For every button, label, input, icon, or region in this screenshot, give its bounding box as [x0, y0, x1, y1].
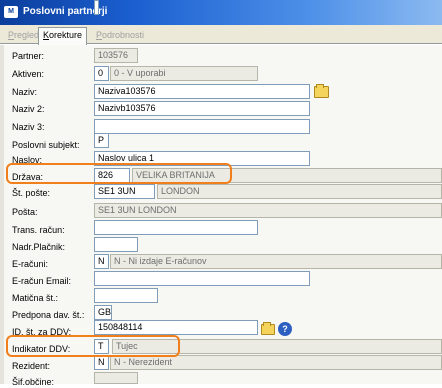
e-racun-email-field[interactable] — [94, 271, 310, 286]
drzava-highlight — [6, 163, 232, 184]
maticna-st-label: Matična št.: — [12, 293, 59, 303]
e-racuni-label: E-računi: — [12, 259, 49, 269]
maticna-st-field[interactable] — [94, 288, 158, 303]
left-strip — [0, 45, 4, 384]
naziv2-field[interactable]: Nazivb103576 — [94, 101, 310, 116]
partner-field[interactable]: 103576 — [94, 48, 138, 63]
naziv-field-shadow — [94, 0, 99, 15]
folder-open-icon[interactable] — [261, 322, 275, 335]
help-icon[interactable]: ? — [278, 322, 292, 336]
trans-racun-field[interactable] — [94, 220, 258, 235]
rezident-label: Rezident: — [12, 361, 51, 371]
trans-racun-label: Trans. račun: — [12, 225, 65, 235]
rezident-code-field[interactable]: N — [94, 355, 109, 370]
rezident-desc-field: N - Nerezident — [110, 355, 442, 370]
sif-obcine-label: Šif.občine: — [12, 377, 55, 387]
poslovni-subjekt-field[interactable]: P — [94, 133, 109, 148]
poslovni-subjekt-label: Poslovni subjekt: — [12, 140, 80, 150]
predpona-dav-field[interactable]: GB — [94, 305, 112, 320]
partner-label: Partner: — [12, 51, 45, 61]
aktiven-label: Aktiven: — [12, 69, 45, 79]
posta-label: Pošta: — [12, 207, 38, 217]
title-bar: M Poslovni partnerji — [0, 0, 442, 25]
st-poste-label: Št. pošte: — [12, 188, 51, 198]
posta-field: SE1 3UN LONDON — [94, 203, 442, 218]
predpona-dav-label: Predpona dav. št.: — [12, 310, 85, 320]
sif-obcine-field[interactable] — [94, 372, 138, 384]
e-racuni-desc-field: N - Ni izdaje E-računov — [110, 254, 442, 269]
indikator-ddv-highlight — [6, 335, 180, 357]
tab-podrobnosti[interactable]: Podrobnosti — [92, 28, 148, 44]
id-st-ddv-field[interactable]: 150848114 — [94, 320, 258, 335]
aktiven-code-field[interactable]: 0 — [94, 66, 109, 81]
naziv2-label: Naziv 2: — [12, 104, 45, 114]
naziv3-label: Naziv 3: — [12, 122, 45, 132]
aktiven-desc-field: 0 - V uporabi — [110, 66, 258, 81]
st-poste-code-field[interactable]: SE1 3UN — [94, 184, 155, 199]
app-logo-icon: M — [4, 6, 18, 18]
tab-bar: Pregled Korekture Podrobnosti — [0, 25, 442, 45]
e-racuni-code-field[interactable]: N — [94, 254, 109, 269]
folder-open-icon[interactable] — [314, 84, 329, 98]
tab-korekture[interactable]: Korekture — [38, 27, 88, 45]
naziv-field[interactable]: Naziva103576 — [94, 84, 310, 99]
nadr-placnik-label: Nadr.Plačnik: — [12, 242, 66, 252]
e-racun-email-label: E-račun Email: — [12, 276, 72, 286]
naziv-label: Naziv: — [12, 87, 38, 97]
st-poste-desc-field: LONDON — [157, 184, 442, 199]
naziv3-field[interactable] — [94, 119, 310, 134]
nadr-placnik-field[interactable] — [94, 237, 138, 252]
